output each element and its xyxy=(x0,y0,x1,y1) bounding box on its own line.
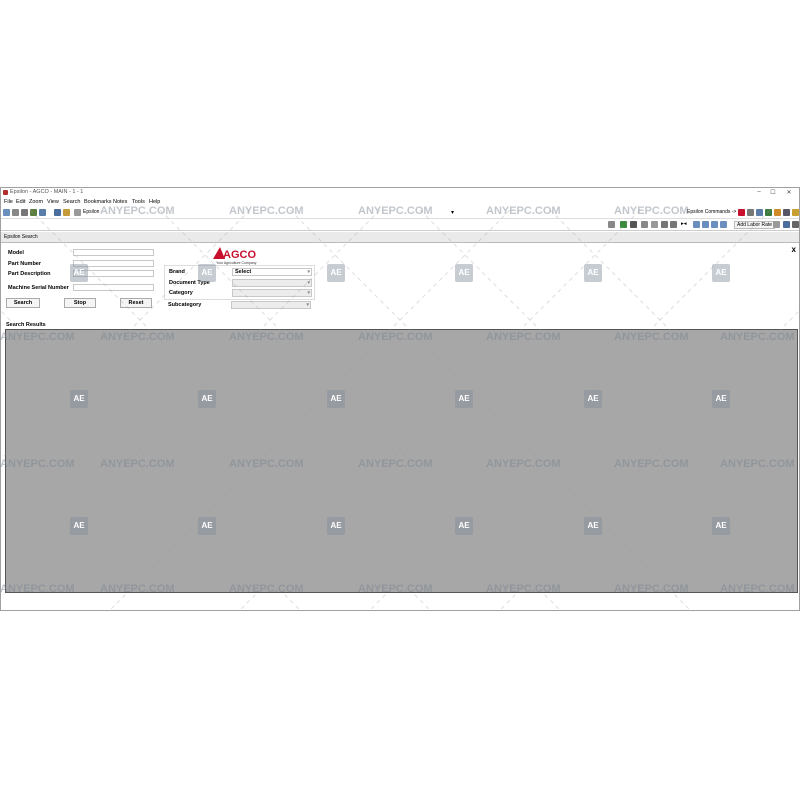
folder-icon[interactable] xyxy=(63,209,70,216)
stop-button[interactable]: Stop xyxy=(64,298,96,308)
chevron-down-icon: ▾ xyxy=(307,269,310,275)
search-results-label: Search Results xyxy=(6,322,46,328)
link-icon[interactable] xyxy=(651,221,658,228)
check-icon[interactable] xyxy=(620,221,627,228)
app-icon xyxy=(3,190,8,195)
tag-icon[interactable] xyxy=(641,221,648,228)
brand-label: Brand xyxy=(169,269,185,275)
epsilon-commands-label: Epsilon Commands -> xyxy=(687,209,737,215)
subcategory-label: Subcategory xyxy=(168,302,202,308)
settings-icon[interactable] xyxy=(747,209,754,216)
epsilon-tab-label[interactable]: Epsilon xyxy=(83,209,99,215)
panel-icon[interactable] xyxy=(792,221,799,228)
info-icon[interactable] xyxy=(765,209,772,216)
document-type-select[interactable]: ▾ xyxy=(232,279,312,287)
menu-help[interactable]: Help xyxy=(149,199,160,205)
menu-notes[interactable]: Notes xyxy=(113,199,127,205)
nav-right-icon[interactable] xyxy=(711,221,718,228)
chevron-down-icon: ▾ xyxy=(306,302,309,308)
reset-button[interactable]: Reset xyxy=(120,298,152,308)
agco-logo-mark: AGCO Your Agriculture Company xyxy=(213,247,257,265)
chevron-down-icon: ▾ xyxy=(307,280,310,286)
nav-up-icon[interactable] xyxy=(693,221,700,228)
page-indicator-icon[interactable]: ▸◂ xyxy=(681,221,687,227)
edit-icon[interactable] xyxy=(608,221,615,228)
category-select[interactable]: ▾ xyxy=(232,289,312,297)
tab-epsilon-search[interactable]: Epsilon Search xyxy=(4,234,38,240)
machine-serial-label: Machine Serial Number xyxy=(8,285,69,291)
part-description-label: Part Description xyxy=(8,271,51,277)
filter-box: Brand Select ▾ Document Type ▾ Category … xyxy=(164,265,315,300)
tab-bar: Epsilon Search xyxy=(1,232,799,243)
brand-select-value: Select xyxy=(235,269,252,275)
nav-first-icon[interactable] xyxy=(661,221,668,228)
print-icon[interactable] xyxy=(21,209,28,216)
menu-edit[interactable]: Edit xyxy=(16,199,25,205)
agco-logo: AGCO Your Agriculture Company xyxy=(213,247,268,267)
app-window: Epsilon - AGCO - MAIN - 1 - 1 – ☐ ✕ File… xyxy=(0,187,800,611)
category-label: Category xyxy=(169,290,193,296)
close-panel-button[interactable]: x xyxy=(792,245,796,254)
dropdown-chevron-icon[interactable]: ▾ xyxy=(451,209,454,216)
menu-zoom[interactable]: Zoom xyxy=(29,199,43,205)
add-labor-rate-button[interactable]: Add Labor Rate xyxy=(734,221,776,229)
title-bar: Epsilon - AGCO - MAIN - 1 - 1 – ☐ ✕ xyxy=(1,188,799,198)
part-number-label: Part Number xyxy=(8,261,42,267)
back-icon[interactable] xyxy=(12,209,19,216)
alert-icon[interactable] xyxy=(738,209,745,216)
main-toolbar: Epsilon ▾ Epsilon Commands -> xyxy=(1,207,799,219)
machine-serial-input[interactable] xyxy=(73,284,154,291)
secondary-toolbar: ▸◂ Add Labor Rate xyxy=(1,219,799,231)
help-icon[interactable] xyxy=(792,209,799,216)
search-results-area[interactable] xyxy=(5,329,798,593)
window-icon[interactable] xyxy=(773,221,780,228)
maximize-button[interactable]: ☐ xyxy=(767,189,779,196)
nav-left-icon[interactable] xyxy=(702,221,709,228)
subcategory-select[interactable]: ▾ xyxy=(231,301,311,309)
document-type-label: Document Type xyxy=(169,280,210,286)
menu-tools[interactable]: Tools xyxy=(132,199,145,205)
close-button[interactable]: ✕ xyxy=(783,189,795,196)
epsilon-icon[interactable] xyxy=(74,209,81,216)
warning-icon[interactable] xyxy=(774,209,781,216)
agco-logo-text: AGCO xyxy=(223,249,256,261)
model-input[interactable] xyxy=(73,249,154,256)
user-icon[interactable] xyxy=(756,209,763,216)
menu-bar: File Edit Zoom View Search Bookmarks Not… xyxy=(1,199,799,207)
cart-icon[interactable] xyxy=(630,221,637,228)
menu-view[interactable]: View xyxy=(47,199,59,205)
brand-select[interactable]: Select ▾ xyxy=(232,268,312,276)
nav-prev-icon[interactable] xyxy=(670,221,677,228)
menu-bookmarks[interactable]: Bookmarks xyxy=(84,199,112,205)
chevron-down-icon: ▾ xyxy=(307,290,310,296)
lock-icon[interactable] xyxy=(783,209,790,216)
document-icon[interactable] xyxy=(783,221,790,228)
nav-down-icon[interactable] xyxy=(720,221,727,228)
search-panel: x Model Part Number Part Description Mac… xyxy=(1,243,799,325)
part-description-input[interactable] xyxy=(73,270,154,277)
home-icon[interactable] xyxy=(3,209,10,216)
book-icon[interactable] xyxy=(54,209,61,216)
window-title: Epsilon - AGCO - MAIN - 1 - 1 xyxy=(10,189,84,195)
search-button[interactable]: Search xyxy=(6,298,40,308)
menu-file[interactable]: File xyxy=(4,199,13,205)
minimize-button[interactable]: – xyxy=(753,189,765,195)
bookmark-icon[interactable] xyxy=(30,209,37,216)
notes-icon[interactable] xyxy=(39,209,46,216)
menu-search[interactable]: Search xyxy=(63,199,80,205)
part-number-input[interactable] xyxy=(73,260,154,267)
model-label: Model xyxy=(8,250,24,256)
